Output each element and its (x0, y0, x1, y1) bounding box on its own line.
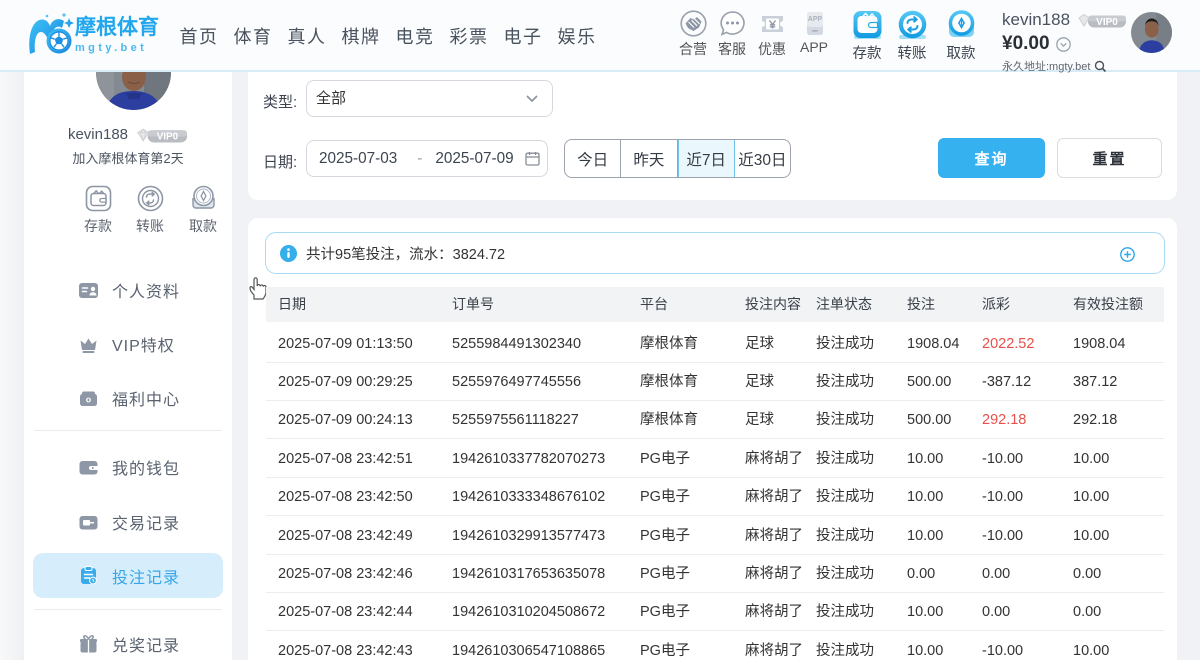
svg-text:APP: APP (807, 16, 822, 23)
svg-text:VIP0: VIP0 (1096, 16, 1118, 27)
svg-text:VIP0: VIP0 (157, 131, 179, 142)
